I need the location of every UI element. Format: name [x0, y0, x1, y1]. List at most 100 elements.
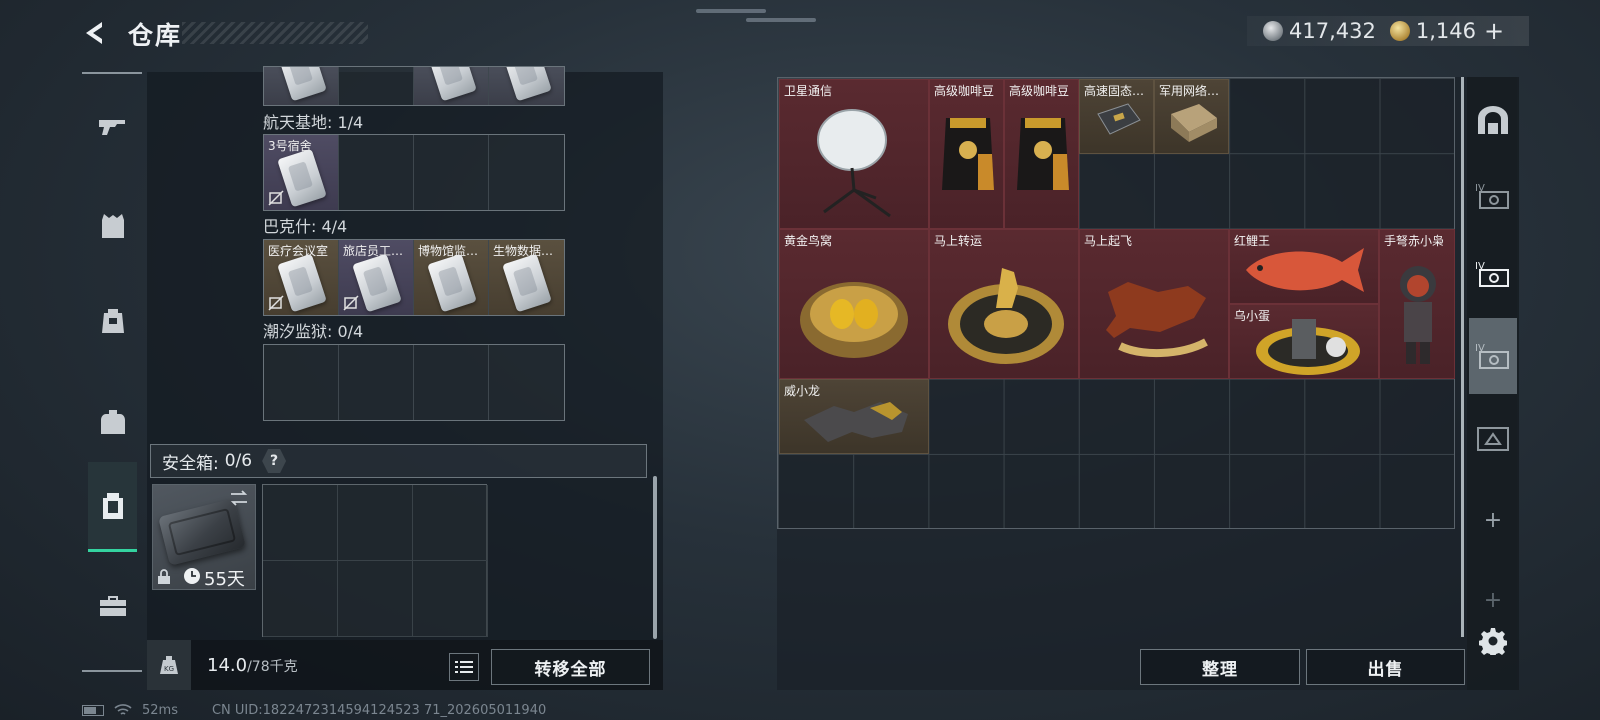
page-title: 仓库: [128, 21, 183, 50]
ssd-icon: [1097, 103, 1141, 135]
helmet-tab[interactable]: [88, 296, 138, 346]
item-label: 手弩赤小枭: [1384, 234, 1445, 248]
left-scrollbar[interactable]: [653, 476, 657, 639]
storage-item[interactable]: 军用网络模块: [1154, 79, 1229, 154]
rail-item[interactable]: IV: [1469, 238, 1517, 310]
safebox-label: 安全箱:: [162, 453, 219, 474]
item-label: 高级咖啡豆: [1009, 84, 1070, 98]
section-label: 巴克什: 4/4: [263, 217, 348, 236]
sell-button[interactable]: 出售: [1306, 649, 1465, 685]
item-label: 高级咖啡豆: [934, 84, 995, 98]
settings-button[interactable]: [1469, 616, 1517, 666]
safebox-tab[interactable]: [88, 462, 137, 552]
safebox-slot[interactable]: [263, 485, 338, 561]
keycard-slot[interactable]: [489, 67, 564, 105]
add-currency-button[interactable]: +: [1484, 17, 1504, 45]
storage-item[interactable]: 高级咖啡豆: [929, 79, 1004, 229]
swap-icon[interactable]: [229, 489, 249, 507]
weapon-tab[interactable]: [88, 101, 138, 151]
safebox-slot[interactable]: [338, 485, 413, 561]
no-trade-icon: [268, 190, 284, 206]
keycard-slot[interactable]: 旅店员工宿舍: [339, 240, 414, 315]
battery-icon: [82, 705, 104, 716]
storage-scrollbar[interactable]: [1461, 77, 1464, 637]
keycard-row-partial: [263, 66, 565, 106]
storage-item[interactable]: 红鲤王: [1229, 229, 1379, 304]
network-module-icon: [1171, 104, 1217, 142]
safebox-count: 0/6: [224, 451, 253, 471]
weight-current: 14.0: [207, 655, 248, 676]
rail-item[interactable]: IV: [1469, 160, 1517, 232]
horse-statue-icon: [1106, 282, 1208, 357]
storage-item[interactable]: 高级咖啡豆: [1004, 79, 1079, 229]
bg-light: [746, 18, 816, 22]
rail-item[interactable]: [1469, 84, 1517, 156]
weight-readout: 14.0/78千克: [207, 655, 298, 676]
no-trade-icon: [268, 295, 284, 311]
silver-amount: 417,432: [1289, 19, 1376, 43]
safebox-item[interactable]: 55天: [152, 484, 256, 590]
safebox-slot[interactable]: [263, 561, 338, 637]
koi-fish-icon: [1246, 248, 1364, 292]
storage-item[interactable]: 威小龙: [779, 379, 929, 454]
weight-max: /78千克: [247, 659, 298, 675]
nav-divider: [82, 72, 142, 74]
safebox-slot[interactable]: [413, 485, 488, 561]
rail-item[interactable]: IV: [1469, 318, 1517, 394]
storage-item[interactable]: 手弩赤小枭: [1379, 229, 1455, 379]
safebox-grid: [262, 484, 488, 637]
gear-icon: [1479, 628, 1507, 655]
section-label: 航天基地: 1/4: [263, 113, 364, 132]
silver-coin-icon: [1263, 21, 1283, 41]
add-storage-button[interactable]: +: [1469, 484, 1517, 556]
keycard-slot[interactable]: 博物馆监控室: [414, 240, 489, 315]
bg-light: [696, 9, 766, 13]
keycard-row: [263, 344, 565, 421]
backpack-icon: [102, 309, 124, 333]
no-trade-icon: [343, 295, 359, 311]
uid-readout: CN UID:1822472314594124523 71_2026050119…: [211, 703, 547, 718]
golden-nest-icon: [800, 282, 908, 358]
clock-icon: [184, 568, 200, 584]
storage-item[interactable]: 高速固态硬盘: [1079, 79, 1154, 154]
item-label: 军用网络模块: [1159, 84, 1229, 98]
storage-item[interactable]: 马上起飞: [1079, 229, 1229, 379]
safebox-slot[interactable]: [338, 561, 413, 637]
svg-text:KG: KG: [164, 665, 174, 673]
keycard-slot[interactable]: [264, 67, 339, 105]
item-label: 马上转运: [934, 234, 983, 248]
storage-item[interactable]: 马上转运: [929, 229, 1079, 379]
satellite-dish-icon: [817, 109, 891, 218]
back-arrow-icon[interactable]: [80, 18, 110, 48]
storage-item[interactable]: 卫星通信: [779, 79, 929, 229]
keycard-slot[interactable]: 医疗会议室: [264, 240, 339, 315]
backpack-tab[interactable]: [88, 397, 138, 447]
storage-item[interactable]: 黄金鸟窝: [779, 229, 929, 379]
safebox-case-icon: [158, 498, 246, 566]
coffee-bag-icon: [1017, 118, 1069, 190]
keycard-slot: [414, 135, 489, 210]
rifle-icon: [99, 120, 125, 135]
bag-icon: [101, 410, 125, 434]
toolbox-icon: [100, 596, 126, 616]
transfer-all-button[interactable]: 转移全部: [491, 649, 650, 685]
list-icon: [455, 661, 473, 673]
keycard-slot[interactable]: 生物数据中心: [489, 240, 564, 315]
help-button[interactable]: ?: [262, 449, 287, 473]
storage-item[interactable]: 乌小蛋: [1229, 304, 1379, 379]
toolbox-tab[interactable]: [88, 581, 138, 631]
keycard-slot[interactable]: 3号宿舍: [264, 135, 339, 210]
safebox-slot[interactable]: [413, 561, 488, 637]
keycard-slot[interactable]: [414, 67, 489, 105]
rail-item[interactable]: [1469, 402, 1517, 474]
item-label: 马上起飞: [1084, 234, 1133, 248]
keycard-row: 医疗会议室 旅店员工宿舍 博物馆监控室 生物数据中心: [263, 239, 565, 316]
armor-tab[interactable]: [88, 201, 138, 251]
weight-badge: KG: [147, 640, 191, 690]
list-view-button[interactable]: [449, 653, 479, 681]
lock-icon: [158, 569, 170, 584]
organize-button[interactable]: 整理: [1140, 649, 1300, 685]
weight-icon: KG: [160, 656, 178, 674]
item-label: 黄金鸟窝: [784, 234, 833, 248]
egg-figure-icon: [1256, 319, 1360, 375]
